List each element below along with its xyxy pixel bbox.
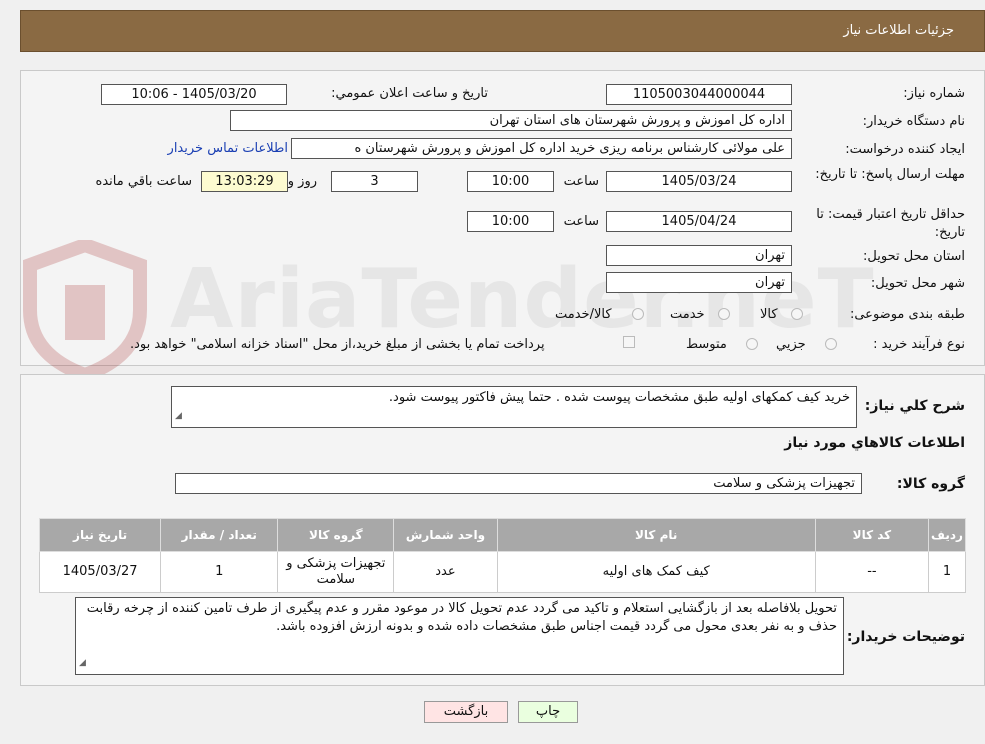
category-radio-service[interactable] <box>718 308 730 320</box>
buyer-notes-label: توضيحات خريدار: <box>846 629 965 645</box>
category-radio-goods[interactable] <box>791 308 803 320</box>
days-field: 3 <box>331 171 418 192</box>
announce-label: تاریخ و ساعت اعلان عمومي: <box>331 86 488 101</box>
back-button[interactable]: بازگشت <box>424 701 508 723</box>
col-code-header: کد کالا <box>814 518 929 552</box>
need-number-label: شماره نیاز: <box>903 86 965 101</box>
category-option-goods-service: کالا/خدمت <box>555 307 612 322</box>
cell-code: -- <box>814 551 929 593</box>
reply-time-field: 10:00 <box>467 171 554 192</box>
col-unit-header: واحد شمارش <box>393 518 498 552</box>
col-name-header: نام کالا <box>496 518 816 552</box>
price-validity-label: حداقل تاريخ اعتبار قيمت: تا تاريخ: <box>816 207 965 240</box>
goods-group-field: تجهیزات پزشکی و سلامت <box>175 473 862 494</box>
category-option-service: خدمت <box>670 307 705 322</box>
category-radio-goods-service[interactable] <box>632 308 644 320</box>
reply-deadline-label: مهلت ارسال پاسخ: تا تاریخ: <box>815 167 965 182</box>
need-number-field: 1105003044000044 <box>606 84 792 105</box>
col-group-header: گروه کالا <box>277 518 395 552</box>
price-validity-date-field: 1405/04/24 <box>606 211 792 232</box>
description-text: خرید کیف کمکهای اولیه طبق مشخصات پیوست ش… <box>388 390 850 405</box>
page-title: جزئیات اطلاعات نیاز <box>843 23 954 38</box>
cell-name: کیف کمک های اولیه <box>496 551 816 593</box>
remaining-label: ساعت باقي مانده <box>95 174 192 189</box>
days-label: روز و <box>287 174 317 189</box>
resize-grip-icon[interactable]: ◢ <box>79 654 86 672</box>
buyer-notes-text: تحویل بلافاصله بعد از بازگشایی استعلام و… <box>86 601 837 634</box>
announce-field: 1405/03/20 - 10:06 <box>101 84 287 105</box>
province-field: تهران <box>606 245 792 266</box>
treasury-note: پرداخت تمام يا بخشی از مبلغ خريد،از محل … <box>130 337 545 352</box>
cell-group: تجهیزات پزشکی و سلامت <box>277 551 395 593</box>
remaining-time-field: 13:03:29 <box>201 171 288 192</box>
buyer-notes-field: تحویل بلافاصله بعد از بازگشایی استعلام و… <box>75 597 844 675</box>
buyer-contact-link[interactable]: اطلاعات تماس خريدار <box>168 141 288 156</box>
creator-label: ايجاد کننده درخواست: <box>845 142 965 157</box>
city-label: شهر محل تحويل: <box>870 276 965 291</box>
process-radio-minor[interactable] <box>825 338 837 350</box>
table-header-row: رديف کد کالا نام کالا واحد شمارش گروه کا… <box>38 518 967 552</box>
process-radio-medium[interactable] <box>746 338 758 350</box>
buyer-org-field: اداره کل اموزش و پرورش شهرستان های استان… <box>230 110 792 131</box>
province-label: استان محل تحويل: <box>863 249 965 264</box>
creator-field: علی مولائی کارشناس برنامه ریزی خرید ادار… <box>291 138 792 159</box>
resize-grip-icon[interactable]: ◢ <box>175 407 182 425</box>
reply-time-label: ساعت <box>563 174 599 189</box>
process-option-minor: جزيي <box>776 337 806 352</box>
buyer-org-label: نام دستگاه خريدار: <box>862 114 965 129</box>
description-label: شرح کلي نياز: <box>864 398 965 414</box>
page-header: جزئیات اطلاعات نیاز <box>20 10 985 52</box>
price-validity-time-label: ساعت <box>563 214 599 229</box>
price-validity-time-field: 10:00 <box>467 211 554 232</box>
goods-table: رديف کد کالا نام کالا واحد شمارش گروه کا… <box>38 518 967 593</box>
city-field: تهران <box>606 272 792 293</box>
process-option-medium: متوسط <box>686 337 727 352</box>
print-button[interactable]: چاپ <box>518 701 578 723</box>
goods-group-label: گروه کالا: <box>896 476 965 492</box>
cell-unit: عدد <box>393 551 498 593</box>
col-row-header: رديف <box>927 518 967 552</box>
col-date-header: تاريخ نياز <box>38 518 162 552</box>
category-option-goods: کالا <box>760 307 778 322</box>
goods-section-title: اطلاعات کالاهاي مورد نياز <box>784 435 965 451</box>
reply-date-field: 1405/03/24 <box>606 171 792 192</box>
cell-row: 1 <box>927 551 967 593</box>
table-row: 1 -- کیف کمک های اولیه عدد تجهیزات پزشکی… <box>38 551 967 593</box>
col-qty-header: تعداد / مقدار <box>160 518 279 552</box>
category-label: طبقه بندی موضوعی: <box>849 307 965 322</box>
cell-qty: 1 <box>160 551 279 593</box>
description-field: خرید کیف کمکهای اولیه طبق مشخصات پیوست ش… <box>171 386 857 428</box>
treasury-checkbox[interactable] <box>623 336 635 348</box>
process-label: نوع فرآيند خريد : <box>873 337 965 352</box>
cell-date: 1405/03/27 <box>38 551 162 593</box>
